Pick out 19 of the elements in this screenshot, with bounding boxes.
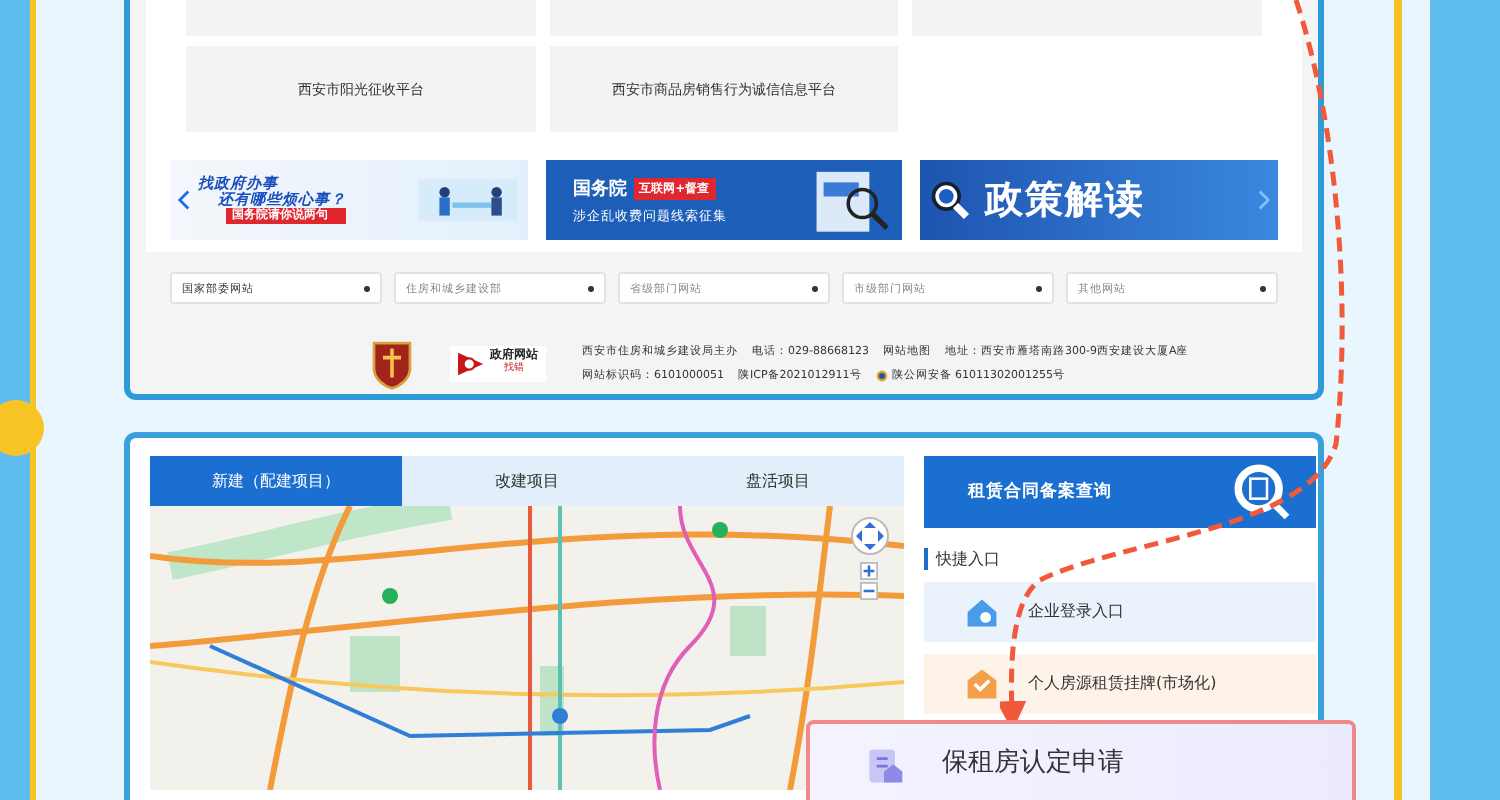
map-tab[interactable]: 改建项目 — [401, 455, 653, 506]
quick-link[interactable]: 个人房源租赁挂牌(市场化) — [924, 653, 1316, 714]
pan-control-icon[interactable] — [850, 515, 890, 556]
quick-link[interactable]: 企业登录入口 — [924, 581, 1316, 642]
contract-query-button[interactable]: 租赁合同备案查询 — [924, 455, 1316, 528]
police-badge-icon — [875, 369, 888, 381]
document-search-icon — [1232, 461, 1292, 522]
map-tab[interactable]: 新建（配建项目） — [150, 455, 402, 506]
section-heading: 快捷入口 — [924, 547, 1316, 570]
shield-emblem-icon — [370, 336, 414, 390]
chevron-left-icon[interactable] — [178, 190, 190, 210]
envelope-check-icon — [964, 665, 1000, 702]
overlay-card[interactable]: 保租房认定申请 — [806, 720, 1356, 800]
search-icon — [928, 178, 973, 222]
zoom-in-icon[interactable] — [860, 561, 878, 580]
decorative-circle — [0, 400, 44, 456]
map-tab[interactable]: 盘活项目 — [652, 455, 905, 506]
banner[interactable]: 政策解读 — [920, 160, 1279, 240]
zoom-out-icon[interactable] — [860, 581, 878, 600]
